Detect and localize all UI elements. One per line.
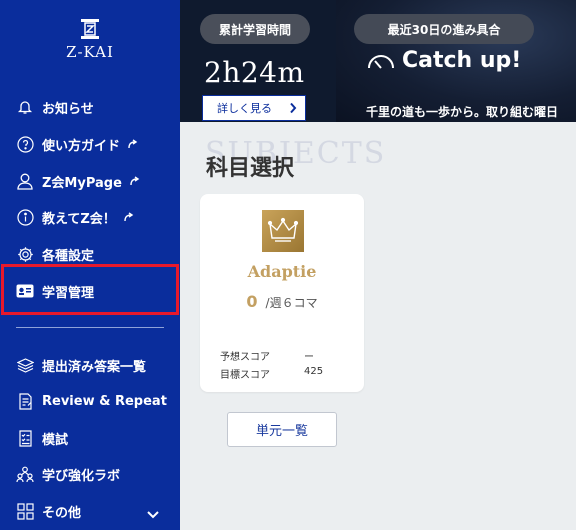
- crown-icon: [262, 210, 304, 252]
- chevron-down-icon[interactable]: [146, 505, 160, 524]
- predicted-score-label: 予想スコア: [220, 352, 270, 363]
- brand-name: Z-KAI: [66, 43, 114, 61]
- sidebar-item-learning-lab[interactable]: 学び強化ラボ: [0, 459, 180, 489]
- details-button[interactable]: 詳しく見る: [202, 95, 306, 121]
- sidebar-item-label: 模試: [42, 432, 69, 448]
- checklist-icon: [16, 429, 34, 447]
- subject-title: Adaptie: [247, 262, 317, 281]
- layers-icon: [16, 356, 34, 374]
- sidebar-item-review-repeat[interactable]: Review & Repeat: [0, 386, 180, 416]
- gauge-icon: [366, 50, 396, 72]
- weekly-target: /週６コマ: [265, 296, 318, 310]
- chevron-right-icon: [289, 102, 297, 117]
- sidebar-item-ask[interactable]: 教えてZ会！: [0, 202, 180, 232]
- sidebar-item-submitted-answers[interactable]: 提出済み答案一覧: [0, 350, 180, 380]
- subject-card[interactable]: Adaptie 0/週６コマ 予想スコア ー 目標スコア 425: [200, 194, 364, 392]
- sidebar-item-mock-exam[interactable]: 模試: [0, 423, 180, 453]
- sidebar-item-label: Review & Repeat: [42, 393, 167, 409]
- document-edit-icon: [16, 392, 34, 410]
- sidebar-item-others[interactable]: その他: [0, 496, 180, 526]
- zkai-logo[interactable]: Z-KAI: [56, 18, 124, 61]
- gear-icon: [16, 245, 34, 263]
- weekly-progress: 0/週６コマ: [200, 292, 364, 311]
- sidebar-item-label: 提出済み答案一覧: [42, 359, 147, 375]
- external-link-icon: [130, 176, 140, 186]
- zkai-logo-icon: [79, 18, 101, 40]
- progress-status-text: Catch up!: [402, 48, 522, 73]
- sidebar-item-label: 使い方ガイド: [42, 138, 121, 154]
- recent-progress-label: 最近30日の進み具合: [354, 14, 534, 44]
- sidebar-item-label: 各種設定: [42, 248, 95, 264]
- info-icon: [16, 208, 34, 226]
- sidebar-item-label: 学び強化ラボ: [42, 468, 121, 484]
- people-icon: [16, 465, 34, 483]
- study-summary-banner: 累計学習時間 最近30日の進み具合 2h24m 詳しく見る Catch up! …: [180, 0, 576, 122]
- external-link-icon: [128, 139, 138, 149]
- sidebar-item-label: その他: [42, 505, 82, 521]
- highlight-box: [1, 264, 179, 315]
- grid-icon: [16, 502, 34, 520]
- weekly-count: 0: [246, 292, 258, 311]
- motto-text: 千里の道も一歩から。取り組む曜日: [366, 105, 559, 119]
- target-score-row: 目標スコア 425: [220, 366, 323, 381]
- sidebar-divider: [16, 327, 164, 328]
- sidebar-item-label: 教えてZ会！: [42, 211, 116, 227]
- external-link-icon: [124, 212, 134, 222]
- total-study-time-label: 累計学習時間: [200, 14, 310, 44]
- target-score-label: 目標スコア: [220, 370, 270, 381]
- target-score-value: 425: [304, 366, 324, 377]
- progress-status: Catch up!: [366, 48, 521, 73]
- sidebar: Z-KAI お知らせ 使い方ガイド Z会MyPage 教えてZ会！ 各種設定 学…: [0, 0, 180, 530]
- sidebar-item-mypage[interactable]: Z会MyPage: [0, 166, 180, 196]
- unit-list-button[interactable]: 単元一覧: [227, 412, 337, 447]
- question-icon: [16, 135, 34, 153]
- sidebar-item-news[interactable]: お知らせ: [0, 92, 180, 122]
- sidebar-item-label: お知らせ: [42, 101, 94, 117]
- sidebar-item-guide[interactable]: 使い方ガイド: [0, 129, 180, 159]
- predicted-score-row: 予想スコア ー: [220, 348, 314, 363]
- predicted-score-value: ー: [304, 352, 314, 363]
- total-study-time-value: 2h24m: [204, 56, 305, 89]
- sidebar-item-label: Z会MyPage: [42, 175, 122, 191]
- details-button-label: 詳しく見る: [217, 102, 272, 115]
- page-title: 科目選択: [206, 156, 295, 181]
- user-icon: [16, 172, 34, 190]
- bell-icon: [16, 98, 34, 116]
